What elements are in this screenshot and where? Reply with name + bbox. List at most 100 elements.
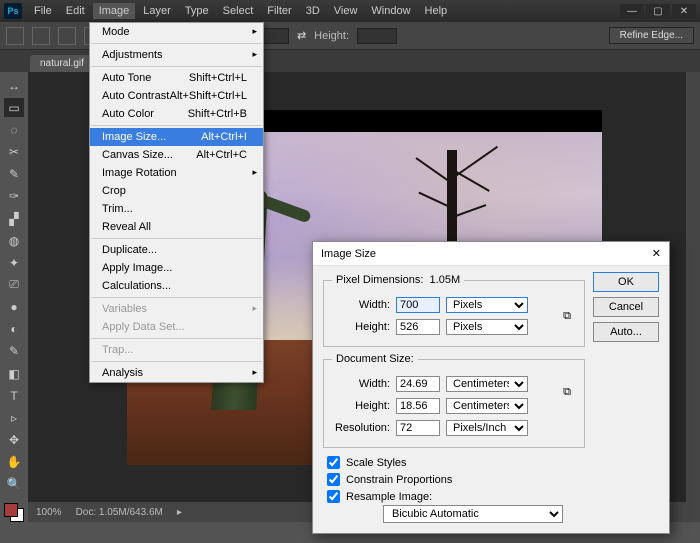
menu-filter[interactable]: Filter (261, 3, 297, 19)
menu-type[interactable]: Type (179, 3, 215, 19)
dialog-titlebar[interactable]: Image Size ✕ (313, 242, 669, 266)
menu-item-analysis[interactable]: Analysis (90, 364, 263, 382)
tool-button[interactable]: ● (4, 298, 24, 317)
doc-link-icon[interactable]: ⧉ (558, 377, 576, 409)
menu-item-auto-tone[interactable]: Auto ToneShift+Ctrl+L (90, 69, 263, 87)
tool-button[interactable]: ✋ (4, 453, 24, 472)
doc-height-input[interactable] (396, 398, 440, 414)
tool-button[interactable]: ▭ (4, 98, 24, 117)
pixel-size: 1.05M (430, 274, 461, 286)
zoom-level[interactable]: 100% (36, 507, 62, 518)
tab-filename: natural.gif (40, 58, 84, 69)
ok-button[interactable]: OK (593, 272, 659, 292)
tool-button[interactable]: T (4, 386, 24, 405)
menu-select[interactable]: Select (217, 3, 260, 19)
tool-button[interactable]: ⎚ (4, 275, 24, 294)
tool-button[interactable]: ↔ (4, 76, 24, 95)
menu-item-crop[interactable]: Crop (90, 182, 263, 200)
menu-item-duplicate-[interactable]: Duplicate... (90, 241, 263, 259)
swap-icon[interactable]: ⇄ (297, 29, 306, 42)
ps-logo-icon: Ps (4, 3, 22, 19)
px-height-label: Height: (332, 321, 390, 333)
cancel-button[interactable]: Cancel (593, 297, 659, 317)
tool-button[interactable]: ✎ (4, 165, 24, 184)
title-bar: Ps FileEditImageLayerTypeSelectFilter3DV… (0, 0, 700, 22)
window-controls: — ▢ ✕ (620, 4, 696, 18)
scale-styles-checkbox[interactable] (327, 456, 340, 469)
constrain-checkbox[interactable] (327, 473, 340, 486)
opt-height-input[interactable] (357, 28, 397, 44)
tool-button[interactable]: ✥ (4, 431, 24, 450)
tool-button[interactable]: ◐ (4, 320, 24, 339)
menu-item-apply-image-[interactable]: Apply Image... (90, 259, 263, 277)
menu-item-calculations-[interactable]: Calculations... (90, 277, 263, 295)
dialog-close-icon[interactable]: ✕ (652, 247, 661, 260)
marquee-icon[interactable] (32, 27, 50, 45)
px-link-icon[interactable]: ⧉ (558, 300, 576, 332)
maximize-button[interactable]: ▢ (646, 4, 670, 18)
tool-button[interactable]: 🔍 (4, 475, 24, 494)
tool-button[interactable]: ◧ (4, 364, 24, 383)
menu-item-apply-data-set-: Apply Data Set... (90, 318, 263, 336)
menu-item-auto-contrast[interactable]: Auto ContrastAlt+Shift+Ctrl+L (90, 87, 263, 105)
menu-layer[interactable]: Layer (137, 3, 177, 19)
menu-help[interactable]: Help (419, 3, 454, 19)
menu-item-canvas-size-[interactable]: Canvas Size...Alt+Ctrl+C (90, 146, 263, 164)
menu-bar: FileEditImageLayerTypeSelectFilter3DView… (28, 3, 620, 19)
constrain-label: Constrain Proportions (346, 474, 452, 486)
px-width-input[interactable] (396, 297, 440, 313)
menu-item-image-rotation[interactable]: Image Rotation (90, 164, 263, 182)
opt-height-label: Height: (314, 30, 349, 42)
doc-height-unit-select[interactable]: Centimeters (446, 398, 528, 414)
tool-button[interactable]: ✂ (4, 142, 24, 161)
menu-item-adjustments[interactable]: Adjustments (90, 46, 263, 64)
document-size-group: Document Size: Width: Centimeters Height… (323, 353, 585, 448)
doc-res-label: Resolution: (332, 422, 390, 434)
minimize-button[interactable]: — (620, 4, 644, 18)
tool-button[interactable]: ▹ (4, 408, 24, 427)
close-button[interactable]: ✕ (672, 4, 696, 18)
menu-item-mode[interactable]: Mode (90, 23, 263, 41)
menu-edit[interactable]: Edit (60, 3, 91, 19)
tool-button[interactable]: ✦ (4, 253, 24, 272)
scale-styles-label: Scale Styles (346, 457, 407, 469)
resample-label: Resample Image: (346, 491, 432, 503)
tool-button[interactable]: ◌ (4, 120, 24, 139)
marquee-mode-icon[interactable] (58, 27, 76, 45)
px-height-input[interactable] (396, 319, 440, 335)
menu-item-trap-: Trap... (90, 341, 263, 359)
menu-file[interactable]: File (28, 3, 58, 19)
doc-res-unit-select[interactable]: Pixels/Inch (446, 420, 528, 436)
menu-item-reveal-all[interactable]: Reveal All (90, 218, 263, 236)
menu-item-trim-[interactable]: Trim... (90, 200, 263, 218)
doc-height-label: Height: (332, 400, 390, 412)
tool-button[interactable]: ✎ (4, 342, 24, 361)
tool-button[interactable]: ▞ (4, 209, 24, 228)
doc-width-input[interactable] (396, 376, 440, 392)
px-width-unit-select[interactable]: Pixels (446, 297, 528, 313)
doc-info[interactable]: Doc: 1.05M/643.6M (76, 507, 163, 518)
doc-width-unit-select[interactable]: Centimeters (446, 376, 528, 392)
auto-button[interactable]: Auto... (593, 322, 659, 342)
px-height-unit-select[interactable]: Pixels (446, 319, 528, 335)
menu-image[interactable]: Image (93, 3, 136, 19)
doc-res-input[interactable] (396, 420, 440, 436)
menu-window[interactable]: Window (365, 3, 416, 19)
status-arrow-icon[interactable]: ▸ (177, 507, 182, 518)
dialog-title: Image Size (321, 248, 376, 260)
document-tab[interactable]: natural.gif (30, 55, 94, 72)
tool-button[interactable]: ✑ (4, 187, 24, 206)
menu-item-image-size-[interactable]: Image Size...Alt+Ctrl+I (90, 128, 263, 146)
image-menu-dropdown: ModeAdjustmentsAuto ToneShift+Ctrl+LAuto… (89, 22, 264, 383)
resample-checkbox[interactable] (327, 490, 340, 503)
menu-3d[interactable]: 3D (300, 3, 326, 19)
pixel-legend: Pixel Dimensions: (336, 274, 423, 286)
image-size-dialog: Image Size ✕ OK Cancel Auto... Pixel Dim… (312, 241, 670, 534)
refine-edge-button[interactable]: Refine Edge... (609, 27, 694, 44)
menu-item-auto-color[interactable]: Auto ColorShift+Ctrl+B (90, 105, 263, 123)
resample-method-select[interactable]: Bicubic Automatic (383, 505, 563, 523)
color-swatch[interactable] (4, 503, 24, 522)
tool-button[interactable]: ◍ (4, 231, 24, 250)
tool-preset-icon[interactable] (6, 27, 24, 45)
menu-view[interactable]: View (328, 3, 364, 19)
